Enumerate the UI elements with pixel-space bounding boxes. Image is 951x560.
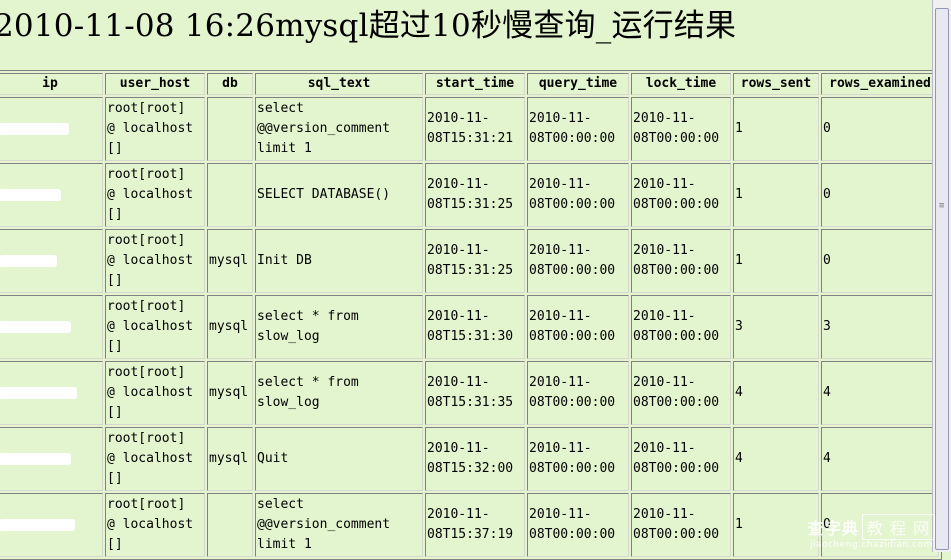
- cell-ip: [0, 361, 103, 425]
- cell-query-time: 2010-11- 08T00:00:00: [527, 493, 629, 557]
- table-row: root[root] @ localhost [] select @@versio…: [0, 493, 939, 557]
- scrollbar-thumb[interactable]: ≡: [935, 8, 949, 550]
- cell-query-time: 2010-11- 08T00:00:00: [527, 427, 629, 491]
- cell-db: [207, 493, 253, 557]
- cell-db: mysql: [207, 295, 253, 359]
- column-header-sql-text: sql_text: [255, 73, 423, 95]
- redacted-ip: [0, 386, 77, 399]
- cell-lock-time: 2010-11- 08T00:00:00: [631, 427, 731, 491]
- cell-sql-text: SELECT DATABASE(): [255, 163, 423, 227]
- cell-sql-text: select @@version_comment limit 1: [255, 97, 423, 161]
- vertical-scrollbar[interactable]: ≡: [932, 0, 951, 552]
- cell-db: [207, 97, 253, 161]
- cell-start-time: 2010-11- 08T15:31:30: [425, 295, 525, 359]
- cell-user-host: root[root] @ localhost []: [105, 295, 205, 359]
- cell-start-time: 2010-11- 08T15:37:19: [425, 493, 525, 557]
- table-row: root[root] @ localhost [] SELECT DATABASE…: [0, 163, 939, 227]
- cell-ip: [0, 163, 103, 227]
- cell-user-host: root[root] @ localhost []: [105, 163, 205, 227]
- watermark-box-text: 教 程 网: [861, 514, 935, 540]
- watermark-url: jiaocheng.chazidian.com: [809, 540, 933, 550]
- table-row: root[root] @ localhost [] mysql select * f…: [0, 295, 939, 359]
- table-row: root[root] @ localhost [] mysql Quit 2010-1…: [0, 427, 939, 491]
- cell-start-time: 2010-11- 08T15:31:35: [425, 361, 525, 425]
- cell-rows-sent: 1: [733, 229, 819, 293]
- cell-lock-time: 2010-11- 08T00:00:00: [631, 295, 731, 359]
- redacted-ip: [0, 122, 69, 135]
- watermark: 查字典教 程 网 jiaocheng.chazidian.com: [808, 514, 935, 550]
- redacted-ip: [0, 188, 61, 201]
- cell-query-time: 2010-11- 08T00:00:00: [527, 295, 629, 359]
- redacted-ip: [0, 320, 71, 333]
- column-header-start-time: start_time: [425, 73, 525, 95]
- cell-rows-examined: 0: [821, 163, 939, 227]
- cell-sql-text: select * from slow_log: [255, 295, 423, 359]
- column-header-db: db: [207, 73, 253, 95]
- cell-sql-text: select * from slow_log: [255, 361, 423, 425]
- cell-rows-sent: 4: [733, 361, 819, 425]
- cell-ip: [0, 229, 103, 293]
- cell-rows-sent: 1: [733, 493, 819, 557]
- column-header-rows-sent: rows_sent: [733, 73, 819, 95]
- cell-ip: [0, 493, 103, 557]
- cell-lock-time: 2010-11- 08T00:00:00: [631, 229, 731, 293]
- cell-start-time: 2010-11- 08T15:31:25: [425, 229, 525, 293]
- cell-ip: [0, 97, 103, 161]
- cell-rows-examined: 3: [821, 295, 939, 359]
- cell-user-host: root[root] @ localhost []: [105, 427, 205, 491]
- cell-rows-sent: 1: [733, 97, 819, 161]
- cell-query-time: 2010-11- 08T00:00:00: [527, 97, 629, 161]
- cell-user-host: root[root] @ localhost []: [105, 97, 205, 161]
- cell-ip: [0, 295, 103, 359]
- cell-lock-time: 2010-11- 08T00:00:00: [631, 361, 731, 425]
- watermark-main-text: 查字典: [807, 519, 859, 538]
- cell-db: [207, 163, 253, 227]
- cell-db: mysql: [207, 427, 253, 491]
- column-header-ip: ip: [0, 73, 103, 95]
- redacted-ip: [0, 518, 75, 531]
- cell-user-host: root[root] @ localhost []: [105, 229, 205, 293]
- table-body: root[root] @ localhost [] select @@versio…: [0, 97, 939, 557]
- cell-query-time: 2010-11- 08T00:00:00: [527, 229, 629, 293]
- table-row: root[root] @ localhost [] mysql Init DB 201…: [0, 229, 939, 293]
- column-header-rows-examined: rows_examined: [821, 73, 939, 95]
- cell-rows-examined: 4: [821, 427, 939, 491]
- cell-start-time: 2010-11- 08T15:31:25: [425, 163, 525, 227]
- scrollbar-grip-icon: ≡: [939, 201, 945, 211]
- cell-rows-examined: 0: [821, 229, 939, 293]
- column-header-user-host: user_host: [105, 73, 205, 95]
- column-header-lock-time: lock_time: [631, 73, 731, 95]
- cell-lock-time: 2010-11- 08T00:00:00: [631, 493, 731, 557]
- cell-query-time: 2010-11- 08T00:00:00: [527, 361, 629, 425]
- cell-sql-text: select @@version_comment limit 1: [255, 493, 423, 557]
- cell-rows-examined: 0: [821, 97, 939, 161]
- slow-query-results-table: ip user_host db sql_text start_time quer…: [0, 70, 942, 560]
- results-table-wrapper: ip user_host db sql_text start_time quer…: [0, 70, 942, 560]
- redacted-ip: [0, 254, 57, 267]
- cell-rows-sent: 3: [733, 295, 819, 359]
- cell-lock-time: 2010-11- 08T00:00:00: [631, 97, 731, 161]
- cell-db: mysql: [207, 361, 253, 425]
- cell-rows-sent: 4: [733, 427, 819, 491]
- cell-db: mysql: [207, 229, 253, 293]
- table-header-row: ip user_host db sql_text start_time quer…: [0, 73, 939, 95]
- table-row: root[root] @ localhost [] mysql select * f…: [0, 361, 939, 425]
- cell-user-host: root[root] @ localhost []: [105, 361, 205, 425]
- cell-start-time: 2010-11- 08T15:31:21: [425, 97, 525, 161]
- table-row: root[root] @ localhost [] select @@versio…: [0, 97, 939, 161]
- cell-sql-text: Init DB: [255, 229, 423, 293]
- cell-query-time: 2010-11- 08T00:00:00: [527, 163, 629, 227]
- cell-start-time: 2010-11- 08T15:32:00: [425, 427, 525, 491]
- column-header-query-time: query_time: [527, 73, 629, 95]
- cell-ip: [0, 427, 103, 491]
- cell-user-host: root[root] @ localhost []: [105, 493, 205, 557]
- cell-lock-time: 2010-11- 08T00:00:00: [631, 163, 731, 227]
- page-title: 2010-11-08 16:26mysql超过10秒慢查询_运行结果: [0, 8, 737, 44]
- redacted-ip: [0, 452, 71, 465]
- cell-rows-sent: 1: [733, 163, 819, 227]
- cell-sql-text: Quit: [255, 427, 423, 491]
- cell-rows-examined: 4: [821, 361, 939, 425]
